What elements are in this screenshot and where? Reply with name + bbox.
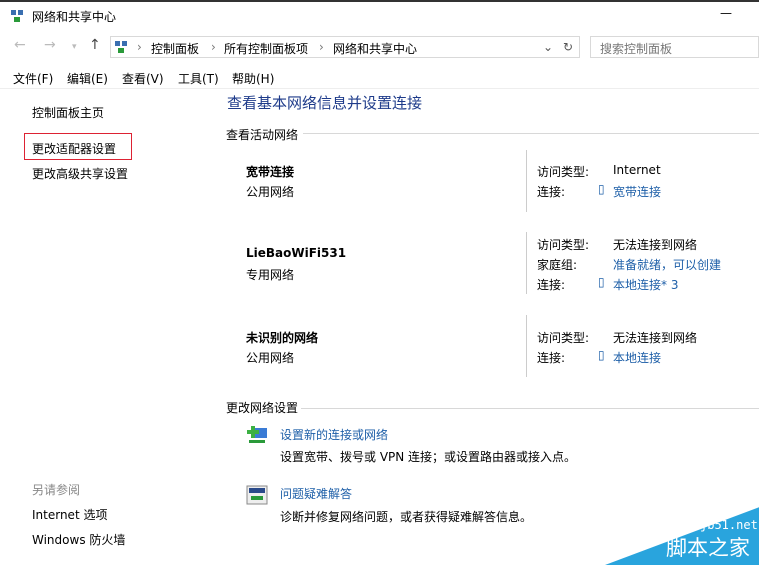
page-title: 查看基本网络信息并设置连接 [227, 94, 423, 112]
connection-icon: ▯ [598, 348, 605, 362]
search-input[interactable]: 搜索控制面板 [590, 36, 759, 58]
network-type: 公用网络 [246, 185, 295, 199]
network-name: 未识别的网络 [246, 331, 319, 345]
recent-dropdown[interactable]: ▾ [72, 42, 77, 52]
access-type-value: 无法连接到网络 [613, 331, 698, 345]
up-button[interactable]: ↑ [89, 37, 101, 53]
forward-button[interactable]: → [44, 37, 56, 53]
network-name: 宽带连接 [246, 165, 295, 179]
new-connection-icon [247, 426, 267, 443]
network-icon [115, 41, 127, 53]
connection-link[interactable]: 宽带连接 [613, 183, 661, 200]
network-type: 专用网络 [246, 268, 295, 282]
menu-view[interactable]: 查看(V) [122, 70, 164, 87]
network-icon [11, 10, 23, 22]
see-also-label: 另请参阅 [32, 483, 81, 497]
crumb-all-items[interactable]: 所有控制面板项 [224, 40, 308, 57]
chevron-down-icon[interactable]: ⌄ [543, 40, 553, 54]
window-title: 网络和共享中心 [32, 10, 117, 24]
access-type-value: 无法连接到网络 [613, 238, 698, 252]
troubleshoot-icon [246, 485, 268, 505]
row-label: 连接: [537, 351, 566, 365]
sidebar-item-home[interactable]: 控制面板主页 [32, 104, 104, 121]
row-label: 连接: [537, 185, 566, 199]
task-description: 诊断并修复网络问题，或者获得疑难解答信息。 [280, 510, 533, 524]
row-label: 访问类型: [537, 331, 590, 345]
sidebar-item-adapter[interactable]: 更改适配器设置 [32, 140, 116, 157]
crumb-control-panel[interactable]: 控制面板 [151, 40, 199, 57]
network-name: LieBaoWiFi531 [246, 246, 347, 260]
menu-help[interactable]: 帮助(H) [232, 70, 274, 87]
menu-file[interactable]: 文件(F) [13, 70, 53, 87]
section-active-networks: 查看活动网络 [226, 128, 299, 142]
top-edge [0, 0, 759, 2]
crumb-network-center[interactable]: 网络和共享中心 [333, 40, 417, 57]
back-button[interactable]: ← [14, 37, 26, 53]
section-change-settings: 更改网络设置 [226, 401, 299, 415]
minimize-button[interactable]: — [720, 6, 740, 20]
sidebar-item-advanced-sharing[interactable]: 更改高级共享设置 [32, 165, 128, 182]
task-new-connection-link[interactable]: 设置新的连接或网络 [280, 426, 388, 443]
connection-link[interactable]: 本地连接* 3 [613, 276, 678, 293]
homegroup-link[interactable]: 准备就绪，可以创建 [613, 256, 721, 273]
menu-tools[interactable]: 工具(T) [178, 70, 219, 87]
connection-icon: ▯ [598, 182, 605, 196]
network-type: 公用网络 [246, 351, 295, 365]
task-description: 设置宽带、拨号或 VPN 连接；或设置路由器或接入点。 [280, 450, 577, 464]
connection-link[interactable]: 本地连接 [613, 349, 661, 366]
row-label: 连接: [537, 278, 566, 292]
address-bar[interactable]: › 控制面板 › 所有控制面板项 › 网络和共享中心 ⌄ ↻ [110, 36, 580, 58]
sidebar-item-firewall[interactable]: Windows 防火墙 [32, 531, 125, 548]
menu-edit[interactable]: 编辑(E) [67, 70, 108, 87]
watermark-site: jb51.net [700, 518, 758, 532]
access-type-value: Internet [613, 163, 661, 177]
row-label: 访问类型: [537, 165, 590, 179]
sidebar-item-internet-options[interactable]: Internet 选项 [32, 506, 107, 523]
refresh-icon[interactable]: ↻ [563, 40, 573, 54]
task-troubleshoot-link[interactable]: 问题疑难解答 [280, 485, 352, 502]
connection-icon: ▯ [598, 275, 605, 289]
row-label: 家庭组: [537, 258, 578, 272]
row-label: 访问类型: [537, 238, 590, 252]
